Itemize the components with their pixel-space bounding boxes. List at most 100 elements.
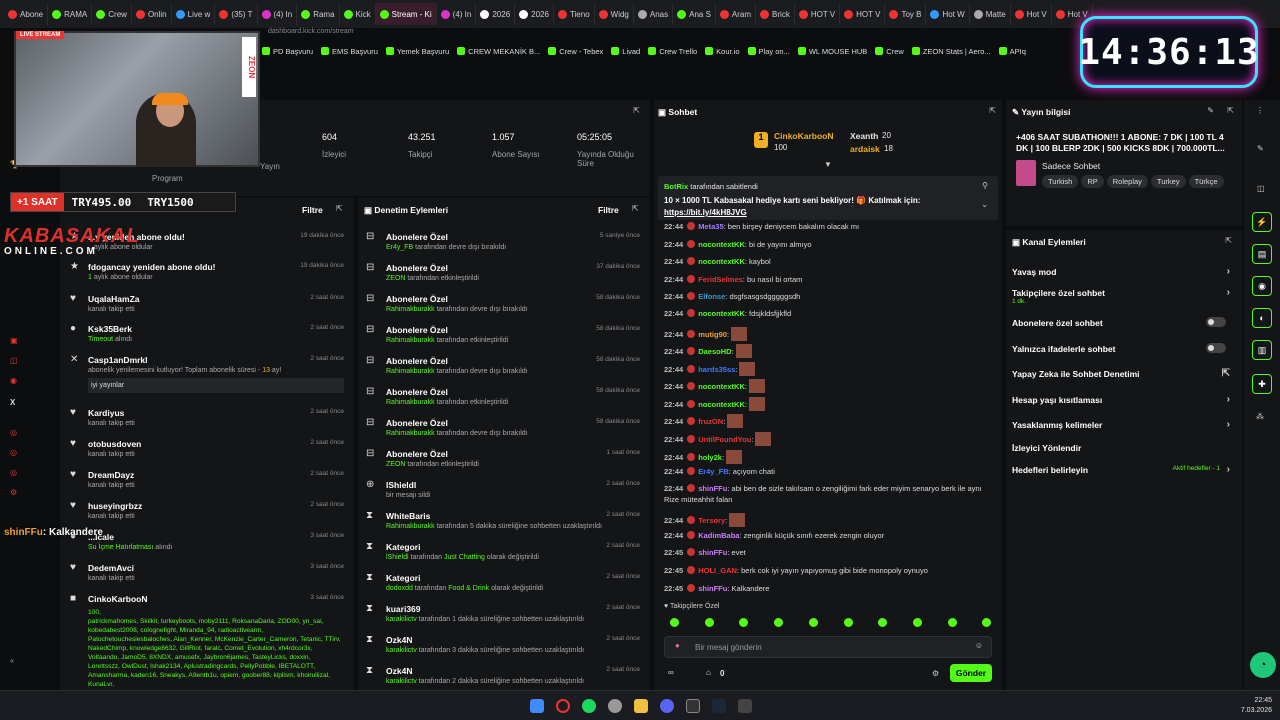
- app-icon[interactable]: [608, 699, 622, 713]
- emoji-icon[interactable]: ☺: [975, 641, 983, 650]
- emote-icon[interactable]: [774, 618, 784, 627]
- mod-actor[interactable]: karakilictv: [386, 647, 417, 654]
- browser-tab[interactable]: Aram: [716, 3, 757, 25]
- chat-username[interactable]: Er4y_FB: [698, 467, 728, 476]
- browser-tab[interactable]: 2026: [476, 3, 516, 25]
- mod-actor[interactable]: Rahimakburakk: [386, 368, 435, 375]
- bookmark-item[interactable]: Kour.io: [705, 47, 740, 56]
- mod-actor[interactable]: karakilictv: [386, 678, 417, 685]
- channel-action[interactable]: Yavaş mod ›: [1012, 266, 1234, 277]
- lightning-button[interactable]: ⚡: [1252, 212, 1272, 232]
- browser-tab[interactable]: Anas: [634, 3, 674, 25]
- mod-actor[interactable]: ZEON: [386, 461, 405, 468]
- channel-points-icon[interactable]: ∞: [668, 668, 674, 677]
- browser-tab[interactable]: Rama: [297, 3, 340, 25]
- chat-button[interactable]: ◉: [1252, 276, 1272, 296]
- settings-icon[interactable]: ◎: [10, 448, 17, 457]
- browser-tab[interactable]: Live w: [172, 3, 216, 25]
- chat-username[interactable]: hards35ss: [698, 365, 735, 374]
- emote-icon[interactable]: [670, 618, 679, 627]
- mod-filter-button[interactable]: Filtre: [598, 205, 619, 215]
- message-icon[interactable]: ◫: [10, 356, 18, 365]
- chat-username[interactable]: nocontextKK: [698, 240, 745, 249]
- chat-username[interactable]: shinFFu: [698, 484, 727, 493]
- browser-tab[interactable]: HOT V: [795, 3, 841, 25]
- chat-input[interactable]: ● Bir mesaj gönderin ☺: [664, 636, 992, 658]
- audio-button[interactable]: ◐: [1252, 308, 1272, 328]
- mod-category[interactable]: Food & Drink: [448, 585, 489, 592]
- channel-action[interactable]: Hesap yaşı kısıtlaması ›: [1012, 394, 1234, 405]
- feed-filter-button[interactable]: Filtre: [302, 205, 323, 215]
- chevron-down-icon[interactable]: ⌄: [981, 200, 988, 209]
- emote-icon[interactable]: [843, 618, 853, 627]
- mod-actor[interactable]: karakilictv: [386, 616, 417, 623]
- browser-tab[interactable]: Tieno: [554, 3, 595, 25]
- channel-action[interactable]: Hedefleri belirleyin Aktif hedefler - 1 ›: [1012, 464, 1234, 475]
- chat-username[interactable]: nocontextKK: [698, 309, 745, 318]
- channel-action[interactable]: Yapay Zeka ile Sohbet Denetimi ⇱: [1012, 368, 1234, 379]
- chat-username[interactable]: nocontextKK: [698, 257, 745, 266]
- popout-icon[interactable]: ⇱: [633, 106, 640, 115]
- support-chat-button[interactable]: ◔: [1250, 652, 1276, 678]
- media-button[interactable]: ▥: [1252, 340, 1272, 360]
- chat-icon[interactable]: ▣: [10, 336, 18, 345]
- app-icon[interactable]: [738, 699, 752, 713]
- tag-chip[interactable]: RP: [1081, 175, 1104, 188]
- discord-icon[interactable]: ◉: [10, 376, 17, 385]
- pinned-link[interactable]: https://bit.ly/4kH8JVG: [664, 208, 747, 217]
- channel-action[interactable]: İzleyici Yönlendir: [1012, 443, 1234, 453]
- send-button[interactable]: Gönder: [950, 664, 992, 682]
- bookmark-item[interactable]: Crew Trello: [648, 47, 697, 56]
- chat-username[interactable]: FeridSelmes: [698, 275, 743, 284]
- settings-icon[interactable]: ⁂: [1256, 412, 1264, 421]
- browser-tab[interactable]: Widg: [595, 3, 634, 25]
- steam-icon[interactable]: [712, 699, 726, 713]
- popout-icon[interactable]: ⇱: [989, 106, 996, 115]
- emote-icon[interactable]: [739, 618, 749, 627]
- browser-tab[interactable]: Crew: [92, 3, 132, 25]
- browser-tab[interactable]: Hot W: [926, 3, 970, 25]
- opera-icon[interactable]: [556, 699, 570, 713]
- chat-username[interactable]: shinFFu: [698, 584, 727, 593]
- browser-tab[interactable]: (4) In: [437, 3, 477, 25]
- bookmark-item[interactable]: CREW MEKANİK B...: [457, 47, 540, 56]
- channel-action[interactable]: Yalnızca ifadelerle sohbet: [1012, 343, 1234, 354]
- chat-username[interactable]: KadimBaba: [698, 531, 739, 540]
- bookmark-item[interactable]: Crew: [875, 47, 904, 56]
- gear-icon[interactable]: ⚙: [10, 488, 17, 497]
- discord-icon[interactable]: [660, 699, 674, 713]
- chat-username[interactable]: DaesoHD: [698, 347, 731, 356]
- mod-actor[interactable]: Rahimakburakk: [386, 399, 435, 406]
- browser-tab[interactable]: Stream - Ki: [375, 3, 437, 25]
- bookmark-item[interactable]: APIq: [998, 47, 1026, 56]
- support-icon[interactable]: ◎: [10, 468, 17, 477]
- chat-icon[interactable]: ◫: [1257, 184, 1265, 193]
- bookmark-item[interactable]: EMS Başvuru: [321, 47, 378, 56]
- bookmark-item[interactable]: Play on...: [747, 47, 790, 56]
- start-icon[interactable]: [530, 699, 544, 713]
- bookmark-item[interactable]: PD Başvuru: [262, 47, 313, 56]
- category-name[interactable]: Sadece Sohbet: [1042, 161, 1100, 171]
- chat-username[interactable]: HOLI_GAN: [698, 566, 737, 575]
- chevron-down-icon[interactable]: ▼: [824, 160, 832, 169]
- spotify-icon[interactable]: [582, 699, 596, 713]
- chat-username[interactable]: Tersory: [698, 516, 725, 525]
- browser-tab[interactable]: Ana S: [673, 3, 716, 25]
- mod-actor[interactable]: ZEON: [386, 275, 405, 282]
- edit-icon[interactable]: ✎: [1207, 106, 1214, 115]
- emote-icon[interactable]: [912, 618, 922, 627]
- browser-tab[interactable]: Onlin: [132, 3, 172, 25]
- toggle-switch[interactable]: [1206, 317, 1226, 327]
- gear-icon[interactable]: ⚙: [932, 669, 939, 678]
- browser-tab[interactable]: RAMA: [48, 3, 93, 25]
- popout-icon[interactable]: ⇱: [632, 204, 639, 213]
- emote-icon[interactable]: [947, 618, 957, 627]
- chat-username[interactable]: mutig90: [698, 330, 727, 339]
- folder-icon[interactable]: [634, 699, 648, 713]
- toggle-switch[interactable]: [1206, 343, 1226, 353]
- popout-icon[interactable]: ⇱: [336, 204, 343, 213]
- edit-icon[interactable]: ✎: [1257, 144, 1264, 153]
- emote-icon[interactable]: [982, 618, 992, 627]
- collapse-icon[interactable]: «: [10, 658, 14, 665]
- mod-actor[interactable]: Rahimakburakk: [386, 430, 435, 437]
